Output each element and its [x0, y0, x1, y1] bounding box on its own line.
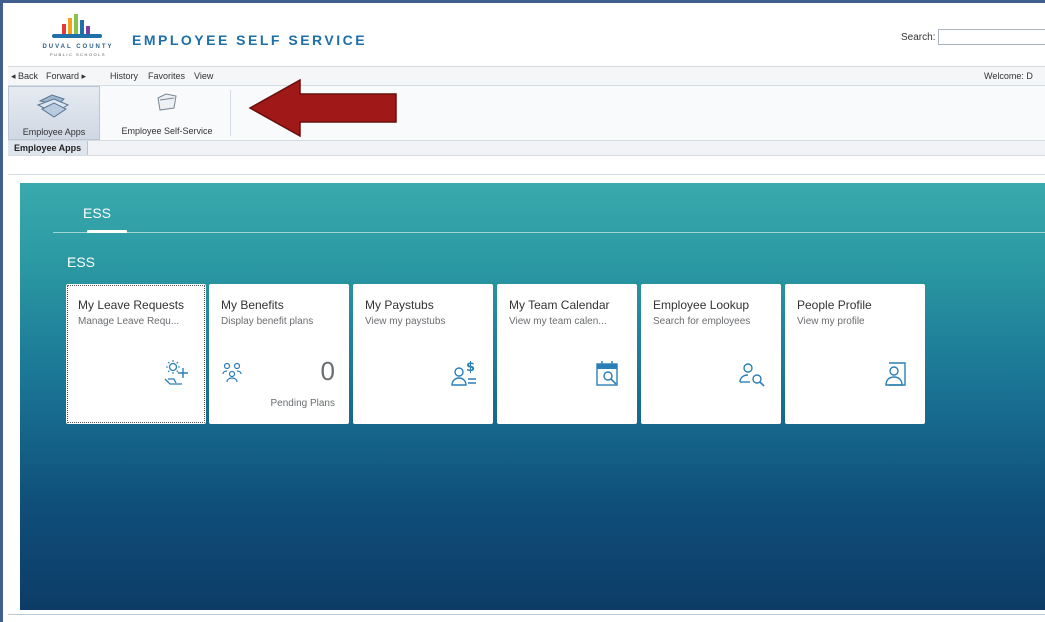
- tile-title: My Benefits: [221, 298, 284, 312]
- folder-icon: [154, 90, 180, 116]
- tile-subtitle: Search for employees: [653, 316, 751, 327]
- ess-panel: ESS ESS My Leave Requests Manage Leave R…: [20, 183, 1045, 610]
- tile-subtitle: Manage Leave Requ...: [78, 316, 180, 327]
- tab-ess[interactable]: ESS: [83, 205, 111, 221]
- tile-subtitle: View my profile: [797, 316, 865, 327]
- district-logo: DUVAL COUNTY PUBLIC SCHOOLS: [30, 14, 130, 66]
- tile-my-leave-requests[interactable]: My Leave Requests Manage Leave Requ...: [66, 284, 206, 424]
- benefits-icon: [222, 362, 242, 383]
- leave-icon: [164, 360, 188, 385]
- view-menu[interactable]: View: [194, 71, 213, 81]
- section-title: ESS: [67, 254, 96, 270]
- pending-count: 0: [320, 356, 335, 386]
- subtab-employee-apps[interactable]: Employee Apps: [8, 141, 89, 155]
- tile-title: People Profile: [797, 298, 872, 312]
- tab-divider: [53, 232, 1045, 233]
- tile-footer: Pending Plans: [270, 398, 336, 409]
- svg-text:$: $: [466, 360, 475, 375]
- history-menu[interactable]: History: [110, 71, 138, 81]
- tile-subtitle: View my paystubs: [365, 316, 446, 327]
- sub-tab-bar: Employee Apps: [8, 141, 1045, 156]
- tile-title: My Team Calendar: [509, 298, 610, 312]
- back-button[interactable]: ◂ Back: [11, 71, 38, 82]
- app-label: Employee Apps: [22, 127, 86, 137]
- header: DUVAL COUNTY PUBLIC SCHOOLS EMPLOYEE SEL…: [8, 6, 1045, 67]
- forward-button[interactable]: Forward ▸: [46, 71, 86, 82]
- tile-title: My Leave Requests: [78, 298, 185, 312]
- search-label: Search:: [901, 32, 936, 43]
- employee-search-icon: [739, 363, 765, 387]
- calendar-icon: [596, 361, 618, 386]
- tile-title: Employee Lookup: [653, 298, 750, 312]
- spacer-bar: [8, 156, 1045, 175]
- tile-my-paystubs[interactable]: My Paystubs View my paystubs $: [353, 284, 493, 424]
- search-input[interactable]: [938, 29, 1045, 45]
- annotation-arrow: [248, 78, 397, 138]
- logo-text: DUVAL COUNTY: [42, 44, 114, 50]
- logo-subtext: PUBLIC SCHOOLS: [49, 52, 107, 57]
- nav-bar: ◂ Back Forward ▸ History Favorites View …: [8, 67, 1045, 86]
- app-employee-apps[interactable]: Employee Apps: [8, 86, 100, 140]
- tile-subtitle: View my team calen...: [509, 316, 607, 327]
- welcome-text: Welcome: D: [984, 71, 1033, 81]
- tile-my-team-calendar[interactable]: My Team Calendar View my team calen...: [497, 284, 637, 424]
- window-bottom-border: [8, 614, 1045, 615]
- apps-toolbar: Employee Apps Employee Self-Service: [8, 86, 1045, 141]
- employee-apps-icon: [34, 91, 74, 123]
- profile-icon: [885, 362, 906, 386]
- toolbar-separator: [230, 90, 231, 136]
- app-label: Employee Self-Service: [121, 126, 213, 136]
- tile-subtitle: Display benefit plans: [221, 316, 314, 327]
- app-employee-self-service[interactable]: Employee Self-Service: [108, 86, 226, 140]
- paystub-icon: $: [451, 360, 476, 386]
- tile-title: My Paystubs: [365, 298, 434, 312]
- tile-my-benefits[interactable]: My Benefits Display benefit plans 0 Pend…: [209, 284, 349, 424]
- tile-employee-lookup[interactable]: Employee Lookup Search for employees: [641, 284, 781, 424]
- tile-people-profile[interactable]: People Profile View my profile: [785, 284, 925, 424]
- app-title: EMPLOYEE SELF SERVICE: [132, 32, 368, 48]
- favorites-menu[interactable]: Favorites: [148, 71, 185, 81]
